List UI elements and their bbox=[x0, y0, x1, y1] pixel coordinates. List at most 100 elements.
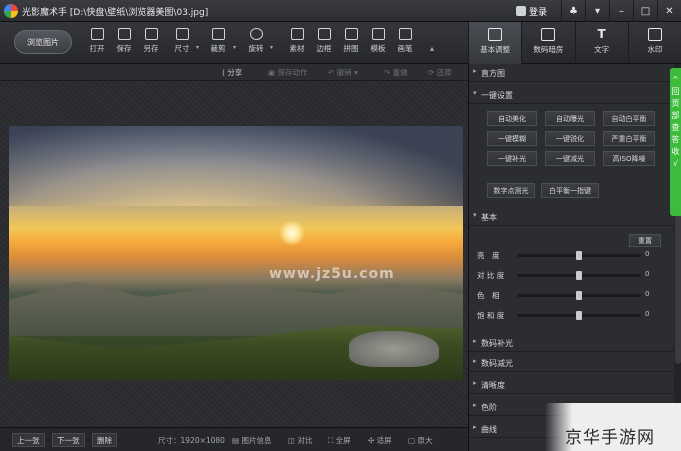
material-tool[interactable]: 素材 bbox=[284, 28, 310, 60]
saturation-thumb[interactable] bbox=[576, 311, 582, 320]
resize-dropdown-icon[interactable]: ▾ bbox=[196, 44, 199, 51]
digital-reduce-light-section[interactable]: 数码减光 bbox=[469, 354, 674, 372]
login-label: 登录 bbox=[529, 7, 548, 18]
collage-icon bbox=[344, 28, 358, 40]
saturation-label: 饱 和 度 bbox=[477, 311, 505, 320]
app-logo-icon bbox=[4, 4, 18, 18]
auto-beautify-button[interactable]: 自动美化 bbox=[487, 111, 537, 126]
floating-side-tab[interactable]: ^回页部查答收√ bbox=[670, 68, 681, 216]
site-brand-text: 京华手游网 bbox=[565, 428, 655, 448]
fit-screen-button[interactable]: ✣ 适屏 bbox=[368, 435, 392, 446]
onekey-fill-light-button[interactable]: 一键补光 bbox=[487, 151, 537, 166]
strict-white-balance-button[interactable]: 严重白平衡 bbox=[603, 131, 655, 146]
brush-icon bbox=[398, 28, 412, 40]
contrast-slider[interactable] bbox=[517, 271, 641, 280]
original-size-button[interactable]: ▢ 原大 bbox=[408, 435, 432, 446]
brightness-thumb[interactable] bbox=[576, 251, 582, 260]
image-size: 尺寸：1920×1080 bbox=[158, 436, 225, 445]
sky-clouds bbox=[9, 126, 463, 206]
window-controls: ♣ ▾ – □ ✕ bbox=[561, 0, 681, 22]
image-info-button[interactable]: ▤ 图片信息 bbox=[232, 435, 271, 446]
crop-dropdown-icon[interactable]: ▾ bbox=[233, 44, 236, 51]
tab-watermark[interactable]: 水印 bbox=[627, 22, 681, 64]
rotate-tool[interactable]: 旋转 bbox=[243, 28, 269, 60]
login-button[interactable]: 登录 bbox=[516, 4, 547, 18]
basic-section[interactable]: 基本 bbox=[469, 208, 674, 226]
tab-text[interactable]: T 文字 bbox=[574, 22, 628, 64]
resize-tool[interactable]: 尺寸 bbox=[169, 28, 195, 60]
tab-basic-adjust[interactable]: 基本调整 bbox=[468, 22, 522, 64]
image-canvas: ⟨ 分享 ▣ 保存动作 ↶ 撤销 ▾ ↷ 重做 ⟳ 还原 www.jz5u.co… bbox=[0, 64, 468, 427]
adjust-panel: 直方图 一键设置 自动美化 自动曝光 自动白平衡 一键模糊 一键锐化 严重白平衡… bbox=[468, 64, 681, 451]
menu-button[interactable]: ▾ bbox=[585, 0, 609, 22]
more-tools-icon[interactable]: ▴ bbox=[430, 44, 434, 53]
contrast-label: 对 比 度 bbox=[477, 271, 505, 280]
close-button[interactable]: ✕ bbox=[657, 0, 681, 22]
hue-thumb[interactable] bbox=[576, 291, 582, 300]
skin-button[interactable]: ♣ bbox=[561, 0, 585, 22]
compare-button[interactable]: ◫ 对比 bbox=[288, 435, 312, 446]
minimize-button[interactable]: – bbox=[609, 0, 633, 22]
brightness-slider[interactable] bbox=[517, 251, 641, 260]
histogram-section[interactable]: 直方图 bbox=[469, 64, 674, 82]
contrast-thumb[interactable] bbox=[576, 271, 582, 280]
right-panel-tabs: 基本调整 数码暗房 T 文字 水印 bbox=[468, 22, 681, 64]
save-action-button[interactable]: ▣ 保存动作 bbox=[268, 67, 307, 78]
material-icon bbox=[290, 28, 304, 40]
onekey-blur-button[interactable]: 一键模糊 bbox=[487, 131, 537, 146]
reset-button[interactable]: 重置 bbox=[629, 234, 661, 247]
redo-button[interactable]: ↷ 重做 bbox=[384, 67, 408, 78]
template-tool[interactable]: 模板 bbox=[365, 28, 391, 60]
edit-subbar: ⟨ 分享 ▣ 保存动作 ↶ 撤销 ▾ ↷ 重做 ⟳ 还原 bbox=[0, 64, 468, 81]
next-image-button[interactable]: 下一张 bbox=[52, 433, 85, 447]
saturation-value: 0 bbox=[645, 310, 650, 318]
onekey-sharpen-button[interactable]: 一键锐化 bbox=[545, 131, 595, 146]
rotate-icon bbox=[249, 28, 263, 40]
hue-label: 色 相 bbox=[477, 291, 500, 300]
clarity-section[interactable]: 清晰度 bbox=[469, 376, 674, 394]
digital-fill-light-section[interactable]: 数码补光 bbox=[469, 334, 674, 352]
collage-tool[interactable]: 拼图 bbox=[338, 28, 364, 60]
brightness-value: 0 bbox=[645, 250, 650, 258]
prev-image-button[interactable]: 上一张 bbox=[12, 433, 45, 447]
delete-button[interactable]: 删除 bbox=[92, 433, 117, 447]
photo-preview[interactable]: www.jz5u.com bbox=[9, 126, 463, 380]
spot-metering-button[interactable]: 数字点测光 bbox=[487, 183, 535, 198]
onekey-section[interactable]: 一键设置 bbox=[469, 86, 674, 104]
contrast-value: 0 bbox=[645, 270, 650, 278]
hue-slider[interactable] bbox=[517, 291, 641, 300]
maximize-button[interactable]: □ bbox=[633, 0, 657, 22]
crop-icon bbox=[211, 28, 225, 40]
sun bbox=[279, 220, 305, 246]
hue-value: 0 bbox=[645, 290, 650, 298]
crop-tool[interactable]: 裁剪 bbox=[205, 28, 231, 60]
fullscreen-button[interactable]: ⛶ 全屏 bbox=[328, 435, 351, 446]
open-tool[interactable]: 打开 bbox=[84, 28, 110, 60]
restore-button[interactable]: ⟳ 还原 bbox=[428, 67, 452, 78]
watermark-icon bbox=[647, 28, 662, 41]
user-icon bbox=[516, 6, 526, 16]
undo-button[interactable]: ↶ 撤销 ▾ bbox=[328, 67, 358, 78]
save-as-icon bbox=[144, 28, 158, 40]
brush-tool[interactable]: 画笔 bbox=[392, 28, 418, 60]
save-icon bbox=[117, 28, 131, 40]
save-tool[interactable]: 保存 bbox=[111, 28, 137, 60]
tab-digital-darkroom[interactable]: 数码暗房 bbox=[521, 22, 574, 64]
rocks bbox=[349, 331, 439, 367]
rotate-dropdown-icon[interactable]: ▾ bbox=[270, 44, 273, 51]
share-button[interactable]: ⟨ 分享 bbox=[222, 67, 242, 78]
save-as-tool[interactable]: 另存 bbox=[138, 28, 164, 60]
saturation-slider[interactable] bbox=[517, 311, 641, 320]
window-title: 光影魔术手 [D:\快盘\壁纸\浏览器美图\03.jpg] bbox=[22, 8, 209, 18]
photo-watermark: www.jz5u.com bbox=[269, 266, 395, 282]
camera-icon bbox=[541, 28, 556, 41]
text-icon: T bbox=[597, 27, 606, 41]
onekey-reduce-light-button[interactable]: 一键减光 bbox=[545, 151, 595, 166]
template-icon bbox=[371, 28, 385, 40]
high-iso-denoise-button[interactable]: 高ISO降噪 bbox=[603, 151, 655, 166]
white-balance-finger-button[interactable]: 白平衡一指键 bbox=[541, 183, 599, 198]
border-tool[interactable]: 边框 bbox=[311, 28, 337, 60]
auto-white-balance-button[interactable]: 自动白平衡 bbox=[603, 111, 655, 126]
browse-images-button[interactable]: 浏览图片 bbox=[14, 30, 72, 54]
auto-exposure-button[interactable]: 自动曝光 bbox=[545, 111, 595, 126]
